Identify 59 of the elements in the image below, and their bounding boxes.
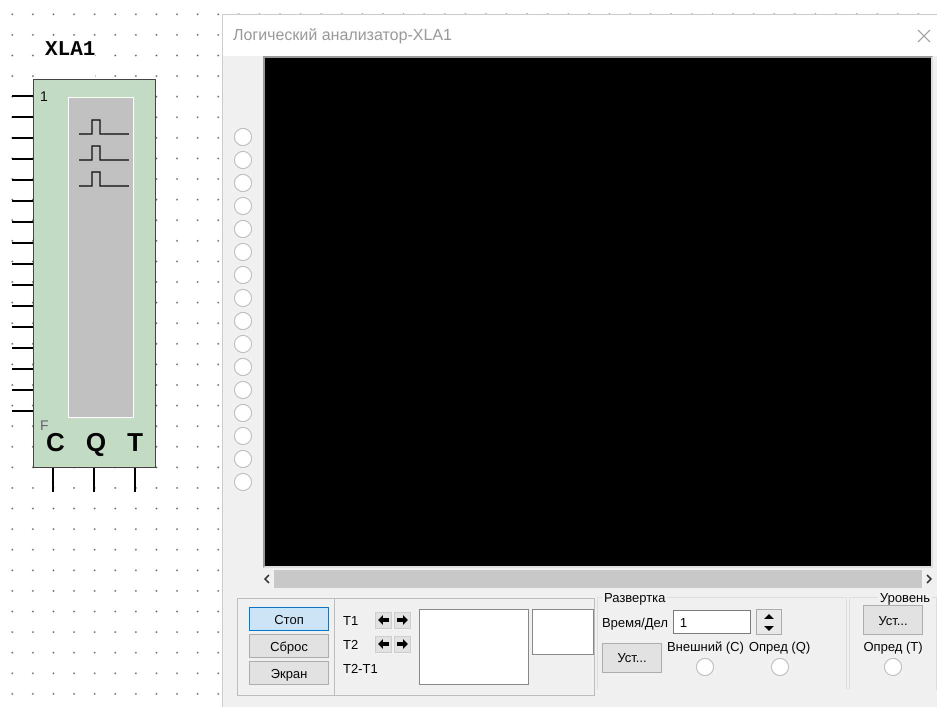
pulse-icon [79, 145, 129, 161]
radio-label: Опред (T) [863, 639, 923, 654]
channel-terminal [234, 243, 252, 261]
channel-terminal [234, 197, 252, 215]
radio-label: Внешний (C) [667, 639, 744, 654]
radio-button[interactable] [884, 658, 902, 676]
cursor-label: T1 [343, 612, 360, 628]
control-button[interactable]: Стоп [249, 607, 329, 631]
pin-number: F [39, 418, 49, 432]
left-arrow-icon [378, 639, 389, 649]
channel-terminal [234, 404, 252, 422]
radio-button[interactable] [696, 658, 714, 676]
control-button[interactable]: Сброс [249, 634, 329, 658]
close-icon[interactable] [917, 28, 931, 42]
channel-terminal [234, 335, 252, 353]
cursor-label: T2 [343, 636, 360, 652]
right-arrow-icon [397, 639, 408, 649]
radio-button[interactable] [770, 658, 789, 676]
scroll-right-icon[interactable] [926, 574, 933, 584]
spinner[interactable] [756, 609, 782, 635]
cursor-label: T2-T1 [343, 660, 378, 676]
radio-label: Опред (Q) [748, 639, 810, 654]
pin-letter: T [127, 428, 143, 456]
channel-terminal [234, 289, 252, 307]
channel-terminal [234, 381, 252, 399]
channel-terminal [234, 450, 252, 468]
scroll-thumb[interactable] [274, 570, 922, 588]
set-button[interactable]: Уст... [602, 642, 662, 672]
cursor-left-button[interactable] [375, 636, 392, 652]
cursor-readout [532, 609, 594, 655]
component-label: XLA1 [45, 38, 96, 79]
pulse-icon [79, 171, 129, 187]
channel-terminal [234, 174, 252, 192]
channel-terminal [234, 312, 252, 330]
channel-terminal [234, 358, 252, 376]
channel-terminal [234, 427, 252, 445]
left-arrow-icon [378, 615, 389, 625]
control-button[interactable]: Экран [249, 661, 329, 685]
pulse-icon [79, 119, 129, 135]
window-title: Логический анализатор-XLA1 [233, 26, 452, 44]
channel-terminal [234, 128, 252, 146]
channel-terminal [234, 220, 252, 238]
scroll-left-icon[interactable] [263, 574, 270, 584]
set-button[interactable]: Уст... [863, 605, 923, 635]
cursor-right-button[interactable] [394, 612, 411, 628]
channel-terminal [234, 266, 252, 284]
field-label: Время/Дел [602, 614, 668, 630]
right-arrow-icon [397, 615, 408, 625]
pin-number: 1 [39, 89, 49, 103]
channel-terminal [234, 151, 252, 169]
cursor-right-button[interactable] [394, 636, 411, 652]
group-title: Уровень [878, 590, 931, 605]
pin-letter: Q [86, 428, 106, 456]
channel-terminal [234, 473, 252, 491]
horizontal-scrollbar[interactable] [263, 568, 933, 590]
group-title: Развертка [603, 590, 666, 605]
time-per-division-field[interactable]: 1 [672, 610, 751, 634]
cursor-left-button[interactable] [375, 612, 392, 628]
pin-letter: C [46, 428, 65, 456]
